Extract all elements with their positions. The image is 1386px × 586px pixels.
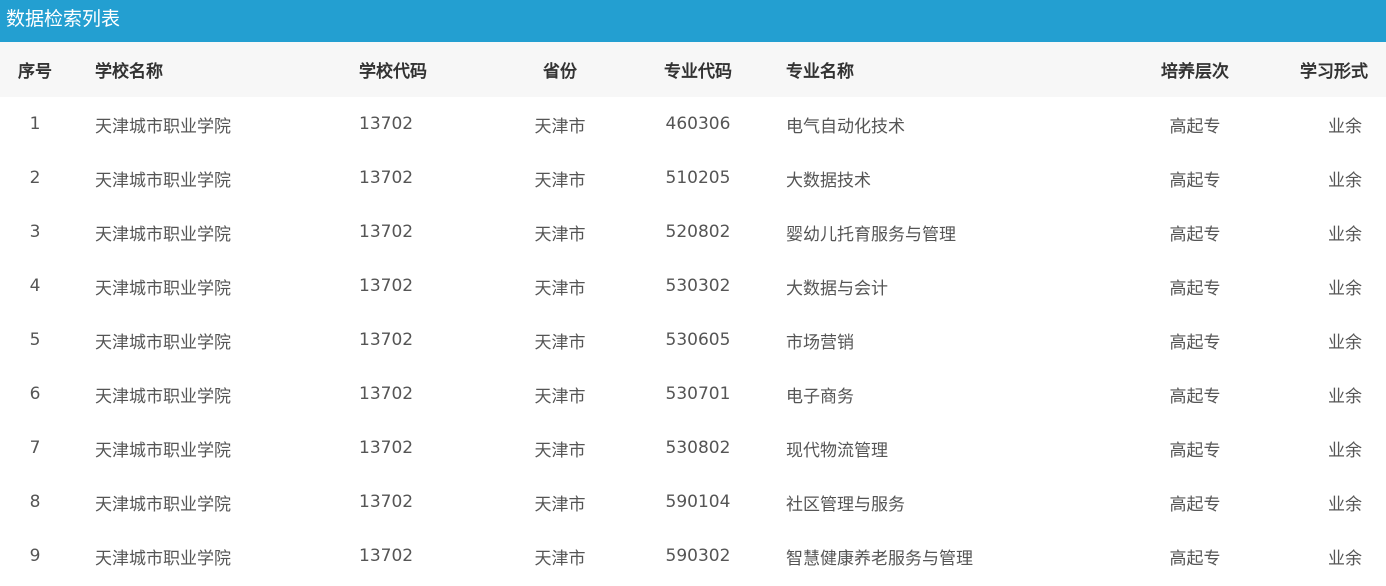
cell-major-name: 大数据与会计 xyxy=(786,278,888,299)
cell-province: 天津市 xyxy=(534,116,586,137)
cell-major-code: 530302 xyxy=(665,276,731,296)
table-row: 7 天津城市职业学院 13702 天津市 530802 现代物流管理 高起专 业余 xyxy=(0,421,1386,475)
cell-study-form: 业余 xyxy=(1328,548,1362,569)
cell-province: 天津市 xyxy=(534,494,586,515)
header-level: 培养层次 xyxy=(1161,62,1229,82)
cell-school-code: 13702 xyxy=(359,546,414,566)
table-row: 4 天津城市职业学院 13702 天津市 530302 大数据与会计 高起专 业余 xyxy=(0,259,1386,313)
cell-school-code: 13702 xyxy=(359,438,414,458)
cell-major-code: 530802 xyxy=(665,438,731,458)
cell-school-code: 13702 xyxy=(359,114,414,134)
cell-level: 高起专 xyxy=(1169,116,1221,137)
cell-school-name: 天津城市职业学院 xyxy=(95,440,231,461)
cell-school-name: 天津城市职业学院 xyxy=(95,332,231,353)
cell-major-name: 社区管理与服务 xyxy=(786,494,905,515)
cell-major-code: 530701 xyxy=(665,384,731,404)
cell-school-name: 天津城市职业学院 xyxy=(95,386,231,407)
cell-school-code: 13702 xyxy=(359,492,414,512)
cell-province: 天津市 xyxy=(534,386,586,407)
cell-index: 5 xyxy=(29,330,41,350)
cell-major-code: 520802 xyxy=(665,222,731,242)
cell-school-name: 天津城市职业学院 xyxy=(95,170,231,191)
cell-major-code: 590302 xyxy=(665,546,731,566)
cell-level: 高起专 xyxy=(1169,224,1221,245)
cell-level: 高起专 xyxy=(1169,332,1221,353)
cell-major-code: 530605 xyxy=(665,330,731,350)
cell-major-name: 市场营销 xyxy=(786,332,854,353)
table-row: 3 天津城市职业学院 13702 天津市 520802 婴幼儿托育服务与管理 高起专 业余 xyxy=(0,205,1386,259)
header-major-name: 专业名称 xyxy=(786,62,854,82)
cell-major-code: 510205 xyxy=(665,168,731,188)
cell-school-name: 天津城市职业学院 xyxy=(95,224,231,245)
cell-index: 1 xyxy=(29,114,41,134)
cell-level: 高起专 xyxy=(1169,440,1221,461)
table-row: 9 天津城市职业学院 13702 天津市 590302 智慧健康养老服务与管理 高起专 业余 xyxy=(0,529,1386,583)
cell-index: 2 xyxy=(29,168,41,188)
cell-school-code: 13702 xyxy=(359,276,414,296)
cell-index: 9 xyxy=(29,546,41,566)
cell-index: 4 xyxy=(29,276,41,296)
cell-school-name: 天津城市职业学院 xyxy=(95,278,231,299)
header-study-form: 学习形式 xyxy=(1300,62,1368,82)
cell-major-name: 电气自动化技术 xyxy=(786,116,905,137)
cell-province: 天津市 xyxy=(534,224,586,245)
cell-school-name: 天津城市职业学院 xyxy=(95,548,231,569)
cell-study-form: 业余 xyxy=(1328,440,1362,461)
cell-province: 天津市 xyxy=(534,278,586,299)
cell-index: 3 xyxy=(29,222,41,242)
table-row: 1 天津城市职业学院 13702 天津市 460306 电气自动化技术 高起专 业余 xyxy=(0,97,1386,151)
cell-major-code: 460306 xyxy=(665,114,731,134)
cell-study-form: 业余 xyxy=(1328,170,1362,191)
cell-school-code: 13702 xyxy=(359,384,414,404)
cell-index: 6 xyxy=(29,384,41,404)
table-header: 序号 学校名称 学校代码 省份 专业代码 专业名称 培养层次 学习形式 xyxy=(0,42,1386,97)
header-province: 省份 xyxy=(543,62,577,82)
header-school-code: 学校代码 xyxy=(359,62,427,82)
cell-level: 高起专 xyxy=(1169,548,1221,569)
cell-major-name: 电子商务 xyxy=(786,386,854,407)
cell-study-form: 业余 xyxy=(1328,224,1362,245)
cell-study-form: 业余 xyxy=(1328,332,1362,353)
table-row: 6 天津城市职业学院 13702 天津市 530701 电子商务 高起专 业余 xyxy=(0,367,1386,421)
cell-school-name: 天津城市职业学院 xyxy=(95,116,231,137)
cell-province: 天津市 xyxy=(534,170,586,191)
cell-study-form: 业余 xyxy=(1328,386,1362,407)
cell-province: 天津市 xyxy=(534,548,586,569)
table-row: 8 天津城市职业学院 13702 天津市 590104 社区管理与服务 高起专 业余 xyxy=(0,475,1386,529)
cell-level: 高起专 xyxy=(1169,170,1221,191)
cell-school-code: 13702 xyxy=(359,330,414,350)
cell-major-code: 590104 xyxy=(665,492,731,512)
header-index: 序号 xyxy=(18,62,52,82)
cell-level: 高起专 xyxy=(1169,386,1221,407)
cell-province: 天津市 xyxy=(534,332,586,353)
cell-index: 8 xyxy=(29,492,41,512)
cell-study-form: 业余 xyxy=(1328,278,1362,299)
header-major-code: 专业代码 xyxy=(664,62,732,82)
cell-level: 高起专 xyxy=(1169,494,1221,515)
cell-school-code: 13702 xyxy=(359,222,414,242)
cell-school-name: 天津城市职业学院 xyxy=(95,494,231,515)
cell-major-name: 婴幼儿托育服务与管理 xyxy=(786,224,956,245)
cell-major-name: 现代物流管理 xyxy=(786,440,888,461)
cell-major-name: 智慧健康养老服务与管理 xyxy=(786,548,973,569)
cell-level: 高起专 xyxy=(1169,278,1221,299)
cell-study-form: 业余 xyxy=(1328,116,1362,137)
table-row: 2 天津城市职业学院 13702 天津市 510205 大数据技术 高起专 业余 xyxy=(0,151,1386,205)
header-school-name: 学校名称 xyxy=(95,62,163,82)
cell-province: 天津市 xyxy=(534,440,586,461)
cell-study-form: 业余 xyxy=(1328,494,1362,515)
table-row: 5 天津城市职业学院 13702 天津市 530605 市场营销 高起专 业余 xyxy=(0,313,1386,367)
cell-index: 7 xyxy=(29,438,41,458)
cell-school-code: 13702 xyxy=(359,168,414,188)
page-title: 数据检索列表 xyxy=(0,0,1386,42)
cell-major-name: 大数据技术 xyxy=(786,170,871,191)
